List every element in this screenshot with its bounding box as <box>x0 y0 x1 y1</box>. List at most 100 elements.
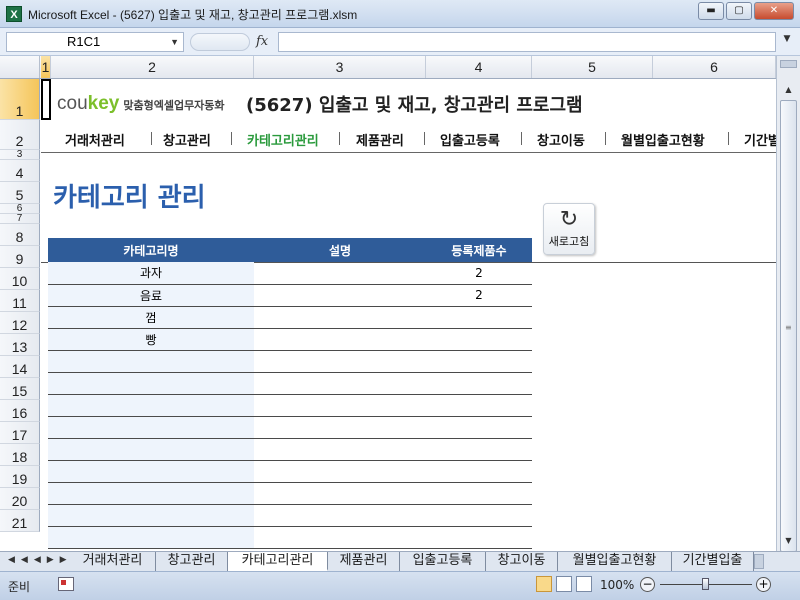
row-header-18[interactable]: 18 <box>0 444 40 466</box>
row-header-12[interactable]: 12 <box>0 312 40 334</box>
table-row[interactable] <box>48 438 532 461</box>
column-header-1[interactable]: 1 <box>41 56 51 78</box>
split-handle[interactable] <box>780 60 797 68</box>
sheet-tab-customers[interactable]: 거래처관리 <box>70 552 156 571</box>
description-cell[interactable] <box>254 350 426 373</box>
row-header-16[interactable]: 16 <box>0 400 40 422</box>
product-count-cell[interactable] <box>426 372 532 395</box>
category-name-cell[interactable] <box>48 372 254 395</box>
nav-item-warehouses[interactable]: 창고관리 <box>163 130 211 149</box>
tab-split-handle[interactable] <box>754 554 764 569</box>
sheet-tab-categories[interactable]: 카테고리관리 <box>228 552 328 571</box>
zoom-level[interactable]: 100% <box>600 578 634 592</box>
column-header-4[interactable]: 4 <box>426 56 532 78</box>
description-cell[interactable] <box>254 482 426 505</box>
category-name-cell[interactable] <box>48 394 254 417</box>
product-count-cell[interactable] <box>426 306 532 329</box>
row-header-10[interactable]: 10 <box>0 268 40 290</box>
nav-item-categories[interactable]: 카테고리관리 <box>247 130 319 149</box>
row-header-7[interactable]: 7 <box>0 213 40 224</box>
category-name-cell[interactable] <box>48 504 254 527</box>
product-count-cell[interactable] <box>426 350 532 373</box>
category-name-cell[interactable] <box>48 416 254 439</box>
vertical-scrollbar[interactable]: ▲ ≡ ▼ <box>776 56 800 552</box>
row-header-11[interactable]: 11 <box>0 290 40 312</box>
nav-item-customers[interactable]: 거래처관리 <box>65 130 125 149</box>
description-cell[interactable] <box>254 306 426 329</box>
product-count-cell[interactable] <box>426 460 532 483</box>
sheet-tab-period[interactable]: 기간별입출 <box>672 552 754 571</box>
category-name-cell[interactable]: 껌 <box>48 306 254 329</box>
product-count-cell[interactable]: 2 <box>426 262 532 285</box>
scroll-down-icon[interactable]: ▼ <box>780 533 797 549</box>
nav-item-period[interactable]: 기간별 <box>744 130 776 149</box>
nav-item-products[interactable]: 제품관리 <box>356 130 404 149</box>
product-count-cell[interactable]: 2 <box>426 284 532 307</box>
row-header-8[interactable]: 8 <box>0 224 40 246</box>
table-row[interactable] <box>48 372 532 395</box>
sheet-tab-monthly-status[interactable]: 월별입출고현황 <box>558 552 672 571</box>
row-header-1[interactable]: 1 <box>0 79 40 120</box>
sheet-tab-stock-entry[interactable]: 입출고등록 <box>400 552 486 571</box>
product-count-cell[interactable] <box>426 526 532 549</box>
table-row[interactable]: 껌 <box>48 306 532 329</box>
description-cell[interactable] <box>254 262 426 285</box>
normal-view-icon[interactable] <box>536 576 552 592</box>
row-header-5[interactable]: 5 <box>0 182 40 204</box>
row-header-21[interactable]: 21 <box>0 510 40 532</box>
category-name-cell[interactable]: 음료 <box>48 284 254 307</box>
product-count-cell[interactable] <box>426 482 532 505</box>
description-cell[interactable] <box>254 526 426 549</box>
column-header-category-name[interactable]: 카테고리명 <box>48 238 254 262</box>
worksheet[interactable]: coukey 맞춤형엑셀업무자동화 (5627) 입출고 및 재고, 창고관리 프… <box>41 79 776 551</box>
page-layout-view-icon[interactable] <box>556 576 572 592</box>
column-header-3[interactable]: 3 <box>254 56 426 78</box>
row-header-13[interactable]: 13 <box>0 334 40 356</box>
description-cell[interactable] <box>254 284 426 307</box>
description-cell[interactable] <box>254 394 426 417</box>
refresh-button[interactable]: ↻ 새로고침 <box>543 203 595 255</box>
table-row[interactable] <box>48 526 532 549</box>
category-name-cell[interactable] <box>48 526 254 549</box>
description-cell[interactable] <box>254 438 426 461</box>
product-count-cell[interactable] <box>426 438 532 461</box>
category-name-cell[interactable] <box>48 482 254 505</box>
nav-item-warehouse-transfer[interactable]: 창고이동 <box>537 130 585 149</box>
name-box[interactable]: R1C1 ▼ <box>6 32 184 52</box>
nav-item-monthly-status[interactable]: 월별입출고현황 <box>621 130 705 149</box>
column-header-6[interactable]: 6 <box>653 56 776 78</box>
page-break-view-icon[interactable] <box>576 576 592 592</box>
description-cell[interactable] <box>254 416 426 439</box>
table-row[interactable] <box>48 460 532 483</box>
table-row[interactable] <box>48 504 532 527</box>
table-row[interactable] <box>48 350 532 373</box>
column-header-2[interactable]: 2 <box>51 56 254 78</box>
table-row[interactable]: 빵 <box>48 328 532 351</box>
column-header-description[interactable]: 설명 <box>254 238 426 262</box>
category-name-cell[interactable]: 빵 <box>48 328 254 351</box>
insert-function-icon[interactable]: fx <box>256 34 268 49</box>
scroll-up-icon[interactable]: ▲ <box>780 82 797 98</box>
product-count-cell[interactable] <box>426 328 532 351</box>
category-name-cell[interactable] <box>48 350 254 373</box>
chevron-down-icon[interactable]: ▼ <box>170 33 179 51</box>
close-button[interactable]: ✕ <box>754 2 794 20</box>
row-header-20[interactable]: 20 <box>0 488 40 510</box>
column-header-product-count[interactable]: 등록제품수 <box>426 238 532 262</box>
description-cell[interactable] <box>254 460 426 483</box>
row-header-3[interactable]: 3 <box>0 149 40 160</box>
row-header-19[interactable]: 19 <box>0 466 40 488</box>
category-name-cell[interactable]: 과자 <box>48 262 254 285</box>
product-count-cell[interactable] <box>426 504 532 527</box>
row-header-15[interactable]: 15 <box>0 378 40 400</box>
product-count-cell[interactable] <box>426 394 532 417</box>
zoom-slider-thumb[interactable] <box>702 578 709 590</box>
table-row[interactable]: 과자 2 <box>48 262 532 285</box>
active-cell[interactable] <box>41 79 51 120</box>
excel-icon[interactable]: X <box>6 6 22 22</box>
tab-scroll-arrows-icon[interactable]: ◀◀◀▶▶ <box>8 555 73 565</box>
row-header-14[interactable]: 14 <box>0 356 40 378</box>
product-count-cell[interactable] <box>426 416 532 439</box>
description-cell[interactable] <box>254 328 426 351</box>
row-header-9[interactable]: 9 <box>0 246 40 268</box>
